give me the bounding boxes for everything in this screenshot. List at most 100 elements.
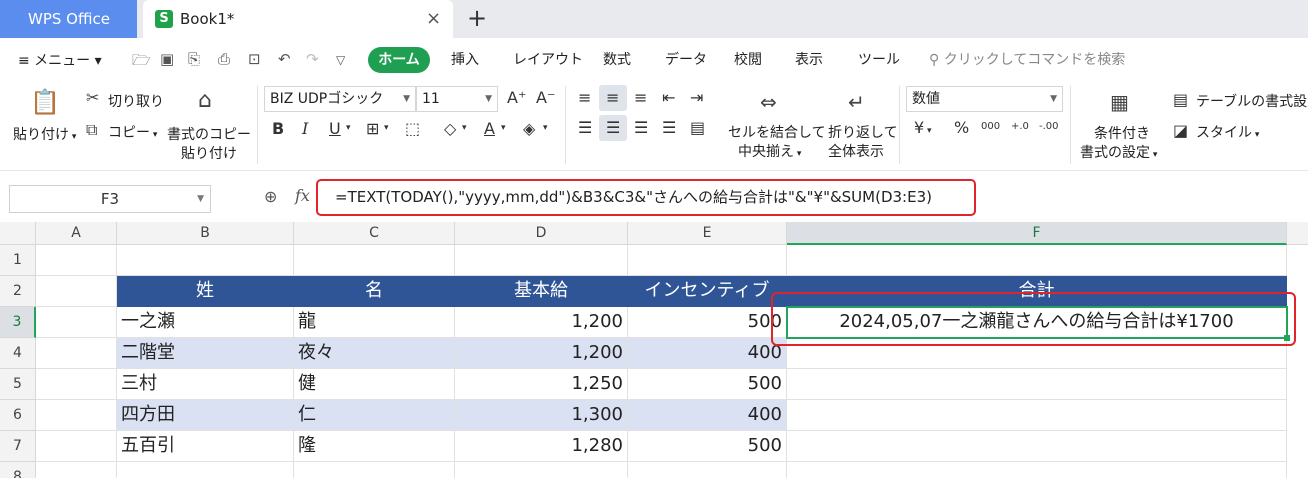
export-pdf-icon[interactable]: ⎘	[188, 50, 200, 68]
main-menu-button[interactable]: ≡ メニュー ▾	[18, 50, 102, 70]
wrap-text-icon[interactable]: ↵	[848, 90, 865, 114]
header-base-salary[interactable]: 基本給	[455, 276, 628, 307]
table-row-3-base[interactable]: 1,200	[455, 307, 628, 338]
align-bottom-icon[interactable]: ≡	[634, 88, 647, 107]
save-icon[interactable]: ▣	[160, 50, 174, 68]
copy-button[interactable]: コピー ▾	[108, 122, 157, 142]
align-top-icon[interactable]: ≡	[578, 88, 591, 107]
decrease-indent-icon[interactable]: ⇤	[662, 88, 675, 107]
cell-f8[interactable]	[787, 462, 1287, 478]
scissors-icon[interactable]: ✂	[86, 88, 99, 107]
wrap-text-label-2[interactable]: 全体表示	[828, 141, 884, 161]
align-left-icon[interactable]: ☰	[578, 118, 592, 137]
distributed-icon[interactable]: ▤	[690, 118, 705, 137]
cut-button[interactable]: 切り取り	[108, 91, 164, 111]
chevron-down-icon[interactable]: ▾	[462, 123, 467, 133]
borders-icon[interactable]: ⊞	[366, 119, 379, 138]
formula-input[interactable]: =TEXT(TODAY(),"yyyy,mm,dd")&B3&C3&"さんへの給…	[316, 179, 976, 216]
format-painter-icon[interactable]: ⌂	[198, 88, 212, 113]
conditional-format-label-1[interactable]: 条件付き	[1094, 123, 1150, 143]
select-all-corner[interactable]	[0, 222, 36, 245]
tab-review[interactable]: 校閲	[734, 49, 762, 69]
command-search[interactable]: ⚲ クリックしてコマンドを検索	[929, 49, 1125, 69]
open-folder-icon[interactable]: 🗁	[132, 50, 151, 75]
tab-formulas[interactable]: 数式	[603, 49, 631, 69]
table-row-4-last[interactable]: 二階堂	[117, 338, 294, 369]
decrease-font-size-icon[interactable]: A⁻	[536, 88, 555, 107]
cell-d8[interactable]	[455, 462, 628, 478]
wrap-text-label-1[interactable]: 折り返して	[828, 122, 898, 142]
table-row-4-first[interactable]: 夜々	[294, 338, 455, 369]
cell-a5[interactable]	[36, 369, 117, 400]
align-middle-icon[interactable]: ≡	[606, 88, 619, 107]
tab-data[interactable]: データ	[665, 49, 707, 69]
wps-office-tab[interactable]: WPS Office	[0, 0, 137, 38]
merge-center-icon[interactable]: ⇔	[760, 90, 777, 114]
fill-color-icon[interactable]: ◇	[444, 119, 456, 138]
table-row-5-total[interactable]	[787, 369, 1287, 400]
conditional-format-button[interactable]: 書式の設定 ▾	[1080, 142, 1157, 162]
header-first-name[interactable]: 名	[294, 276, 455, 307]
table-row-7-total[interactable]	[787, 431, 1287, 462]
cell-a2[interactable]	[36, 276, 117, 307]
align-center-icon[interactable]: ☰	[606, 118, 620, 137]
cell-d1[interactable]	[455, 245, 628, 276]
number-format-select[interactable]: 数値 ▼	[906, 86, 1063, 112]
align-right-icon[interactable]: ☰	[634, 118, 648, 137]
table-row-3-incentive[interactable]: 500	[628, 307, 787, 338]
conditional-format-icon[interactable]: ▦	[1110, 90, 1129, 114]
column-header-f[interactable]: F	[787, 222, 1287, 245]
tab-insert[interactable]: 挿入	[451, 49, 479, 69]
print-icon[interactable]: ⎙	[218, 50, 230, 68]
increase-decimal-icon[interactable]: +.0	[1011, 121, 1029, 132]
table-row-5-last[interactable]: 三村	[117, 369, 294, 400]
format-painter-label-2[interactable]: 貼り付け	[181, 143, 237, 163]
row-header-5[interactable]: 5	[0, 369, 36, 400]
font-color-icon[interactable]: A	[484, 119, 495, 138]
cell-c8[interactable]	[294, 462, 455, 478]
clear-format-icon[interactable]: ◈	[523, 119, 535, 138]
format-painter-label-1[interactable]: 書式のコピー	[167, 124, 251, 144]
print-preview-icon[interactable]: ⊡	[248, 50, 261, 68]
chevron-down-icon[interactable]: ▾	[501, 123, 506, 133]
column-header-c[interactable]: C	[294, 222, 455, 245]
header-incentive[interactable]: インセンティブ	[628, 276, 787, 307]
chevron-down-icon[interactable]: ▾	[346, 123, 351, 133]
table-row-5-base[interactable]: 1,250	[455, 369, 628, 400]
table-row-6-base[interactable]: 1,300	[455, 400, 628, 431]
underline-icon[interactable]: U	[329, 119, 341, 138]
table-format-icon[interactable]: ▤	[1173, 90, 1188, 109]
redo-icon[interactable]: ↷	[306, 50, 319, 68]
tab-layout[interactable]: レイアウト	[513, 49, 583, 69]
undo-icon[interactable]: ↶	[278, 50, 291, 68]
cell-a6[interactable]	[36, 400, 117, 431]
cell-a4[interactable]	[36, 338, 117, 369]
font-size-select[interactable]: 11 ▼	[416, 86, 498, 112]
insert-function-icon[interactable]: fx	[295, 186, 310, 205]
header-last-name[interactable]: 姓	[117, 276, 294, 307]
cell-c1[interactable]	[294, 245, 455, 276]
new-tab-plus-icon[interactable]: +	[467, 0, 487, 36]
tab-view[interactable]: 表示	[795, 49, 823, 69]
row-header-3[interactable]: 3	[0, 307, 36, 338]
table-row-5-first[interactable]: 健	[294, 369, 455, 400]
percent-icon[interactable]: %	[954, 118, 969, 137]
row-header-4[interactable]: 4	[0, 338, 36, 369]
row-header-7[interactable]: 7	[0, 431, 36, 462]
tab-tools[interactable]: ツール	[858, 49, 900, 69]
cell-a8[interactable]	[36, 462, 117, 478]
table-row-7-first[interactable]: 隆	[294, 431, 455, 462]
merge-center-button[interactable]: 中央揃え ▾	[738, 141, 801, 161]
name-box[interactable]: F3 ▼	[9, 185, 211, 213]
cell-a7[interactable]	[36, 431, 117, 462]
table-row-7-base[interactable]: 1,280	[455, 431, 628, 462]
close-icon[interactable]: ×	[426, 0, 441, 38]
cell-e1[interactable]	[628, 245, 787, 276]
table-row-4-incentive[interactable]: 400	[628, 338, 787, 369]
zoom-search-icon[interactable]: ⊕	[264, 187, 277, 206]
table-format-button[interactable]: テーブルの書式設定	[1196, 91, 1308, 111]
column-header-e[interactable]: E	[628, 222, 787, 245]
cell-f1[interactable]	[787, 245, 1287, 276]
increase-indent-icon[interactable]: ⇥	[690, 88, 703, 107]
table-row-7-last[interactable]: 五百引	[117, 431, 294, 462]
